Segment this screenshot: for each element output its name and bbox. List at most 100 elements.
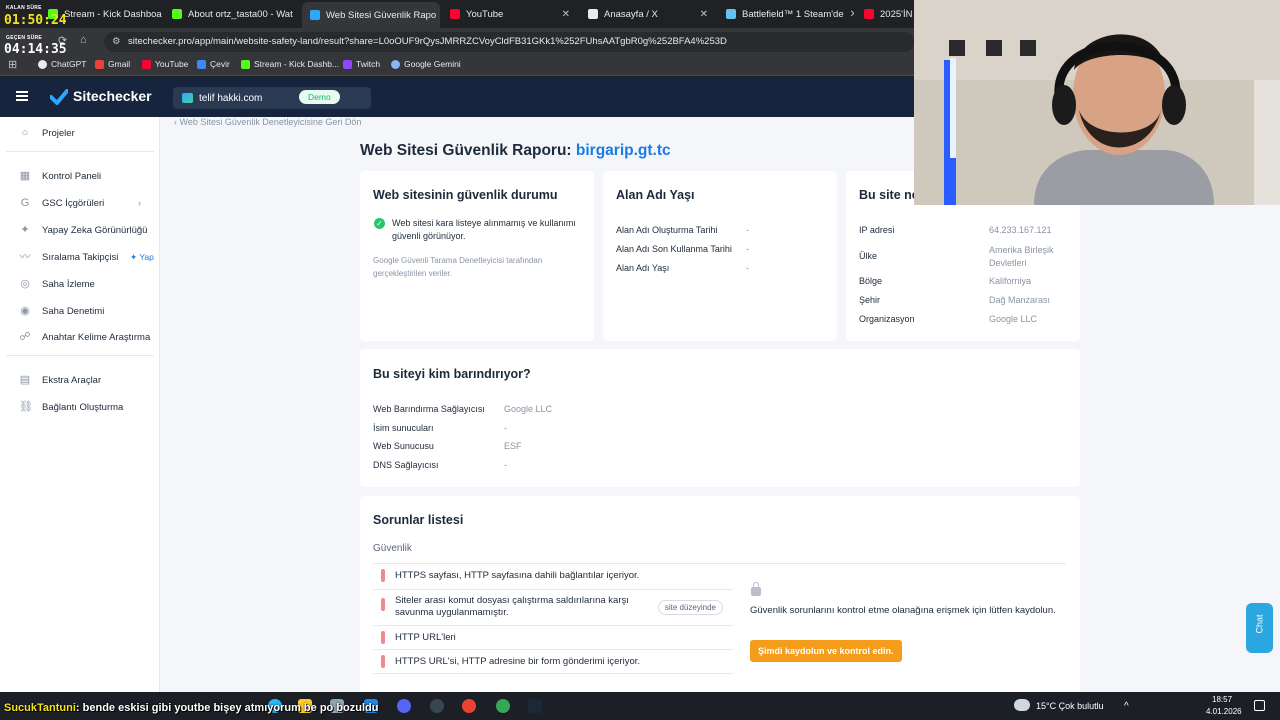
info-value: - bbox=[746, 244, 749, 254]
info-label: Bölge bbox=[859, 276, 883, 286]
sidebar-item-rank-tracker[interactable]: 〰 Sıralama Takipçisi ✦ Yap bbox=[0, 247, 160, 267]
info-label: Alan Adı Son Kullanma Tarihi bbox=[616, 244, 732, 254]
tab-youtube[interactable]: YouTube ✕ bbox=[442, 4, 578, 24]
tab-x[interactable]: Anasayfa / X ✕ bbox=[580, 4, 716, 24]
bookmark-gemini[interactable]: Google Gemini bbox=[391, 59, 461, 69]
signup-check-button[interactable]: Şimdi kaydolun ve kontrol edin. bbox=[750, 640, 902, 662]
project-icon bbox=[182, 93, 193, 103]
project-selector[interactable]: telif hakki.com Demo bbox=[173, 87, 371, 109]
info-value: 64.233.167.121 bbox=[989, 225, 1052, 235]
apps-grid-icon[interactable]: ⊞ bbox=[8, 58, 17, 71]
scope-badge: site düzeyinde bbox=[657, 600, 723, 615]
bookmark-chatgpt[interactable]: ChatGPT bbox=[38, 59, 86, 69]
bookmark-kick[interactable]: Stream - Kick Dashb... bbox=[241, 59, 339, 69]
severity-marker bbox=[381, 631, 385, 644]
sidebar-item-dashboard[interactable]: ▦ Kontrol Paneli bbox=[0, 166, 160, 186]
translate-icon bbox=[197, 59, 206, 69]
tab-about-wat[interactable]: About ortz_tasta00 - Wat✕ bbox=[164, 4, 300, 24]
x-logo-icon bbox=[588, 9, 598, 19]
card-heading: Sorunlar listesi bbox=[373, 513, 464, 527]
sidebar: ○ Projeler ▦ Kontrol Paneli G GSC İçgörüler… bbox=[0, 117, 160, 692]
bookmark-gmail[interactable]: Gmail bbox=[95, 59, 130, 69]
tools-icon: ▤ bbox=[19, 374, 31, 386]
sidebar-item-projects[interactable]: ○ Projeler bbox=[0, 123, 160, 143]
issue-item[interactable]: HTTP URL'leri bbox=[373, 626, 733, 650]
gemini-icon bbox=[391, 59, 400, 69]
menu-icon[interactable] bbox=[16, 91, 28, 101]
tab-youtube-2025[interactable]: 2025'İN E bbox=[856, 4, 916, 24]
info-value: - bbox=[746, 225, 749, 235]
weather-text[interactable]: 15°C Çok bulutlu bbox=[1036, 701, 1104, 711]
sidebar-item-gsc-insights[interactable]: G GSC İçgörüleri › bbox=[0, 193, 160, 213]
info-value: - bbox=[504, 423, 507, 433]
severity-marker bbox=[381, 569, 385, 582]
card-heading: Bu site ne bbox=[859, 188, 919, 202]
elapsed-time-label: GEÇEN SÜRE bbox=[6, 35, 43, 41]
card-heading: Web sitesinin güvenlik durumu bbox=[373, 188, 558, 202]
sidebar-item-keyword-research[interactable]: ☍ Anahtar Kelime Araştırma bbox=[0, 327, 160, 347]
issue-item[interactable]: HTTPS URL'si, HTTP adresine bir form gön… bbox=[373, 650, 733, 674]
tab-security-report[interactable]: Web Sitesi Güvenlik Rapo✕ bbox=[302, 2, 440, 28]
projects-icon: ○ bbox=[21, 127, 29, 139]
sidebar-item-site-monitoring[interactable]: ◎ Saha İzleme bbox=[0, 274, 160, 294]
bookmark-youtube[interactable]: YouTube bbox=[142, 59, 188, 69]
notification-icon[interactable] bbox=[1254, 700, 1265, 711]
domain-age-card: Alan Adı Yaşı Alan Adı Oluşturma Tarihi … bbox=[603, 171, 837, 341]
clock-date[interactable]: 4.01.2026 bbox=[1206, 707, 1242, 716]
steam-icon[interactable] bbox=[528, 699, 542, 713]
safety-status-card: Web sitesinin güvenlik durumu ✓ Web site… bbox=[360, 171, 594, 341]
bookmark-twitch[interactable]: Twitch bbox=[343, 59, 380, 69]
home-icon[interactable]: ⌂ bbox=[80, 34, 87, 46]
youtube-icon bbox=[142, 59, 151, 69]
sidebar-item-site-audit[interactable]: ◉ Saha Denetimi bbox=[0, 301, 160, 321]
webcam-overlay bbox=[914, 0, 1280, 205]
kick-icon bbox=[172, 9, 182, 19]
chrome-profile-icon[interactable] bbox=[496, 699, 510, 713]
youtube-icon bbox=[450, 9, 460, 19]
info-label: Web Sunucusu bbox=[373, 441, 434, 451]
close-icon[interactable]: ✕ bbox=[562, 9, 570, 20]
issue-item[interactable]: HTTPS sayfası, HTTP sayfasına dahili bağ… bbox=[373, 566, 733, 590]
hosting-card: Bu siteyi kim barındırıyor? Web Barındır… bbox=[360, 349, 1080, 487]
tray-chevron-icon[interactable]: ^ bbox=[1124, 701, 1129, 712]
webcam-image bbox=[914, 0, 1280, 205]
info-label: Alan Adı Yaşı bbox=[616, 263, 670, 273]
sidebar-item-link-building[interactable]: ⛓ Bağlantı Oluşturma bbox=[0, 397, 160, 417]
lock-shackle bbox=[753, 582, 759, 589]
url-field[interactable]: ⚙ sitechecker.pro/app/main/website-safet… bbox=[104, 32, 914, 52]
info-value: Google LLC bbox=[504, 404, 553, 414]
info-value: ESF bbox=[504, 441, 522, 451]
discord-icon[interactable] bbox=[397, 699, 411, 713]
back-link[interactable]: ‹ Web Sitesi Güvenlik Denetleyicisine Ge… bbox=[174, 117, 361, 127]
clock-time[interactable]: 18:57 bbox=[1212, 695, 1232, 704]
info-label: Alan Adı Oluşturma Tarihi bbox=[616, 225, 718, 235]
close-icon[interactable]: ✕ bbox=[850, 9, 854, 20]
tab-steam[interactable]: Battlefield™ 1 Steam'de ✕ bbox=[718, 4, 854, 24]
kick-icon bbox=[241, 59, 250, 69]
obs-icon[interactable] bbox=[430, 699, 444, 713]
chat-widget-button[interactable]: Chat bbox=[1246, 603, 1273, 653]
audit-icon: ◉ bbox=[20, 305, 30, 317]
check-icon: ✓ bbox=[374, 218, 385, 229]
elapsed-time: 04:14:35 bbox=[4, 42, 67, 57]
issue-item[interactable]: Siteler arası komut dosyası çalıştırma s… bbox=[373, 590, 733, 626]
report-domain[interactable]: birgarip.gt.tc bbox=[576, 142, 671, 159]
info-label: Şehir bbox=[859, 295, 881, 305]
site-info-icon[interactable]: ⚙ bbox=[112, 32, 121, 52]
sidebar-item-ai-visibility[interactable]: ✦ Yapay Zeka Görünürlüğü bbox=[0, 220, 160, 240]
close-icon[interactable]: ✕ bbox=[700, 9, 708, 20]
demo-badge: Demo bbox=[299, 90, 340, 104]
divider bbox=[6, 151, 154, 152]
divider bbox=[6, 355, 154, 356]
close-icon[interactable]: ✕ bbox=[299, 9, 300, 20]
info-label: Organizasyon bbox=[859, 314, 915, 324]
locked-message: Güvenlik sorunlarını kontrol etme olanağ… bbox=[750, 605, 1056, 616]
severity-marker bbox=[381, 598, 385, 611]
chatgpt-icon bbox=[38, 59, 47, 69]
chrome-icon[interactable] bbox=[462, 699, 476, 713]
bookmark-translate[interactable]: Çevir bbox=[197, 59, 230, 69]
chat-message: : bende eskisi gibi youtbe bişey atmıyor… bbox=[75, 702, 379, 714]
sidebar-item-extra-tools[interactable]: ▤ Ekstra Araçlar bbox=[0, 370, 160, 390]
chevron-right-icon: › bbox=[138, 197, 142, 209]
app-logo[interactable]: Sitechecker bbox=[73, 88, 152, 104]
